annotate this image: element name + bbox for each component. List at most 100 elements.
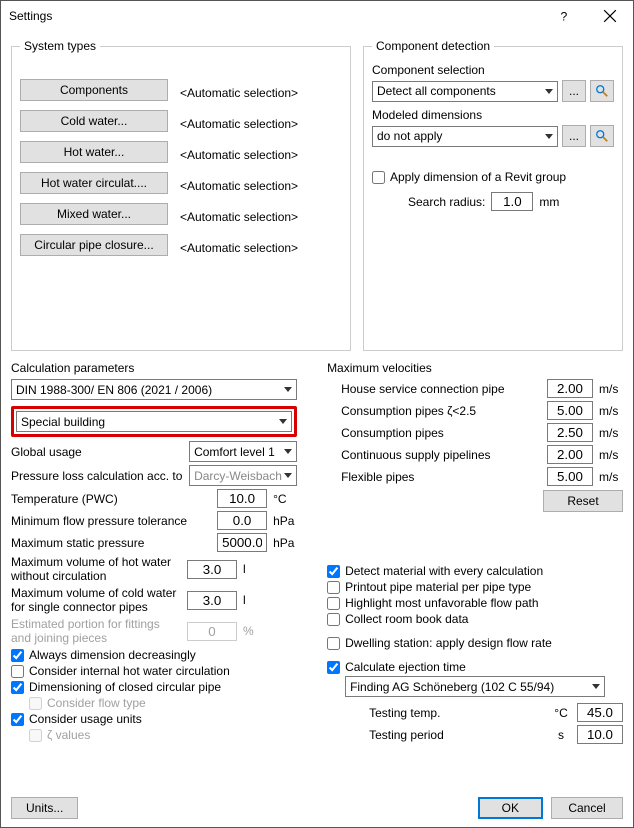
component-selection-more-button[interactable]: ... (562, 80, 586, 102)
units-button[interactable]: Units... (11, 797, 78, 819)
pressure-loss-label: Pressure loss calculation acc. to (11, 469, 183, 483)
dwelling-station-checkbox[interactable]: Dwelling station: apply design flow rate (327, 636, 623, 650)
modeled-dimensions-value: do not apply (377, 129, 442, 143)
chevron-down-icon (284, 473, 292, 478)
flexible-pipes-label: Flexible pipes (341, 470, 541, 484)
modeled-dimensions-label: Modeled dimensions (372, 108, 614, 122)
consumption-unit: m/s (599, 426, 623, 440)
printout-material-label: Printout pipe material per pipe type (345, 580, 531, 594)
component-selection-dropdown[interactable]: Detect all components (372, 81, 558, 102)
modeled-dimensions-more-button[interactable]: ... (562, 125, 586, 147)
modeled-dimensions-dropdown[interactable]: do not apply (372, 126, 558, 147)
chevron-down-icon (545, 89, 553, 94)
hot-water-circulation-button[interactable]: Hot water circulat.... (20, 172, 168, 194)
internal-circulation-checkbox[interactable]: Consider internal hot water circulation (11, 664, 297, 678)
component-selection-value: Detect all components (377, 84, 496, 98)
search-radius-input[interactable] (491, 192, 533, 211)
usage-units-checkbox[interactable]: Consider usage units (11, 712, 297, 726)
modeled-dimensions-search-button[interactable] (590, 125, 614, 147)
mixed-water-button[interactable]: Mixed water... (20, 203, 168, 225)
testing-period-input[interactable] (577, 725, 623, 744)
house-service-input[interactable] (547, 379, 593, 398)
apply-revit-group-checkbox[interactable]: Apply dimension of a Revit group (372, 170, 614, 184)
chevron-down-icon (284, 387, 292, 392)
ejection-ruling-dropdown[interactable]: Finding AG Schöneberg (102 C 55/94) (345, 676, 605, 697)
collect-roombook-checkbox[interactable]: Collect room book data (327, 612, 623, 626)
components-value: <Automatic selection> (180, 86, 298, 100)
highlight-flowpath-checkbox[interactable]: Highlight most unfavorable flow path (327, 596, 623, 610)
max-hot-input[interactable] (187, 560, 237, 579)
close-button[interactable] (587, 1, 633, 31)
testing-temp-input[interactable] (577, 703, 623, 722)
mixed-value: <Automatic selection> (180, 210, 298, 224)
testing-temp-label: Testing temp. (369, 706, 545, 720)
apply-revit-group-label: Apply dimension of a Revit group (390, 170, 566, 184)
max-cold-input[interactable] (187, 591, 237, 610)
dim-closed-checkbox[interactable]: Dimensioning of closed circular pipe (11, 680, 297, 694)
detect-material-checkbox[interactable]: Detect material with every calculation (327, 564, 623, 578)
building-type-highlight: Special building (11, 406, 297, 437)
continuous-supply-input[interactable] (547, 445, 593, 464)
continuous-supply-label: Continuous supply pipelines (341, 448, 541, 462)
component-selection-label: Component selection (372, 63, 614, 77)
temperature-input[interactable] (217, 489, 267, 508)
zeta-values-checkbox: ζ values (29, 728, 297, 742)
consumption-zeta-label: Consumption pipes ζ<2.5 (341, 404, 541, 418)
consumption-zeta-input[interactable] (547, 401, 593, 420)
internal-circulation-label: Consider internal hot water circulation (29, 664, 230, 678)
hot-water-button[interactable]: Hot water... (20, 141, 168, 163)
cancel-button[interactable]: Cancel (551, 797, 623, 819)
hwc-value: <Automatic selection> (180, 179, 298, 193)
ejection-time-label: Calculate ejection time (345, 660, 466, 674)
ejection-time-checkbox[interactable]: Calculate ejection time (327, 660, 623, 674)
highlight-flowpath-label: Highlight most unfavorable flow path (345, 596, 538, 610)
chevron-down-icon (279, 419, 287, 424)
global-usage-dropdown[interactable]: Comfort level 1 (189, 441, 297, 462)
chevron-down-icon (592, 684, 600, 689)
chevron-down-icon (545, 134, 553, 139)
ellipsis-icon: ... (569, 129, 579, 143)
pressure-loss-value: Darcy-Weisbach (194, 469, 282, 483)
flow-type-label: Consider flow type (47, 696, 146, 710)
house-service-label: House service connection pipe (341, 382, 541, 396)
estimated-portion-label: Estimated portion for fittings and joini… (11, 617, 181, 645)
cold-water-value: <Automatic selection> (180, 117, 298, 131)
testing-temp-unit: °C (551, 706, 571, 720)
estimated-portion-unit: % (243, 624, 267, 638)
consumption-input[interactable] (547, 423, 593, 442)
reset-button[interactable]: Reset (543, 490, 623, 512)
consumption-zeta-unit: m/s (599, 404, 623, 418)
flexible-pipes-input[interactable] (547, 467, 593, 486)
components-button[interactable]: Components (20, 79, 168, 101)
search-radius-label: Search radius: (408, 195, 485, 209)
building-type-dropdown[interactable]: Special building (16, 411, 292, 432)
ejection-ruling-value: Finding AG Schöneberg (102 C 55/94) (350, 680, 554, 694)
flow-type-checkbox: Consider flow type (29, 696, 297, 710)
max-velocities-title: Maximum velocities (327, 361, 623, 375)
chevron-down-icon (284, 449, 292, 454)
always-decreasing-checkbox[interactable]: Always dimension decreasingly (11, 648, 297, 662)
cpc-value: <Automatic selection> (180, 241, 298, 255)
cold-water-button[interactable]: Cold water... (20, 110, 168, 132)
estimated-portion-input (187, 622, 237, 641)
max-hot-label: Maximum volume of hot water without circ… (11, 555, 181, 583)
building-type-value: Special building (21, 415, 105, 429)
circular-pipe-closure-button[interactable]: Circular pipe closure... (20, 234, 168, 256)
ellipsis-icon: ... (569, 84, 579, 98)
component-detection-legend: Component detection (372, 39, 494, 53)
min-flow-input[interactable] (217, 511, 267, 530)
component-selection-search-button[interactable] (590, 80, 614, 102)
standard-value: DIN 1988-300/ EN 806 (2021 / 2006) (16, 383, 212, 397)
max-cold-label: Maximum volume of cold water for single … (11, 586, 181, 614)
house-service-unit: m/s (599, 382, 623, 396)
max-static-input[interactable] (217, 533, 267, 552)
always-decreasing-label: Always dimension decreasingly (29, 648, 196, 662)
pressure-loss-dropdown: Darcy-Weisbach (189, 465, 297, 486)
printout-material-checkbox[interactable]: Printout pipe material per pipe type (327, 580, 623, 594)
standard-dropdown[interactable]: DIN 1988-300/ EN 806 (2021 / 2006) (11, 379, 297, 400)
help-button[interactable]: ? (541, 1, 587, 31)
hot-water-value: <Automatic selection> (180, 148, 298, 162)
zeta-values-label: ζ values (47, 728, 90, 742)
ok-button[interactable]: OK (478, 797, 543, 819)
temperature-label: Temperature (PWC) (11, 492, 211, 506)
